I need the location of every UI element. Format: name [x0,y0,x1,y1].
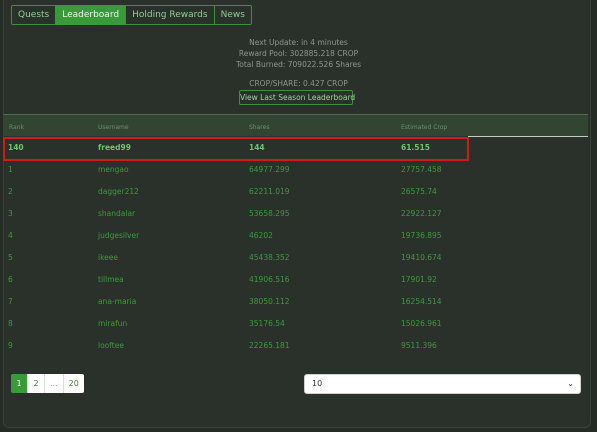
rank-cell: 3 [8,209,13,218]
rank-cell: 2 [8,187,13,196]
rank-cell: 9 [8,341,13,350]
table-row: 3 shandalar 53658.295 22922.127 [3,203,588,225]
total-burned-text: Total Burned: 709022.526 Shares [235,60,362,69]
crop-cell: 26575.74 [401,187,437,196]
shares-cell: 35176.54 [249,319,285,328]
username-cell: tillmea [98,275,124,284]
shares-cell: 144 [249,143,265,152]
shares-cell: 53658.295 [249,209,290,218]
shares-cell: 64977.299 [249,165,290,174]
rank-cell: 6 [8,275,13,284]
table-row: 8 mirafun 35176.54 15026.961 [3,313,588,335]
tab-bar: Quests Leaderboard Holding Rewards News [11,5,252,25]
page-1-button[interactable]: 1 [11,374,28,393]
crop-per-share-block: CROP/SHARE: 0.427 CROP [0,78,597,89]
crop-cell: 27757.458 [401,165,442,174]
table-row: 1 mengao 64977.299 27757.458 [3,159,588,181]
pagination: 1 2 ... 20 [11,374,84,393]
page-size-value: 10 [312,379,323,388]
crop-cell: 22922.127 [401,209,442,218]
crop-cell: 15026.961 [401,319,442,328]
table-row: 2 dagger212 62211.019 26575.74 [3,181,588,203]
table-row: 6 tillmea 41906.516 17901.92 [3,269,588,291]
crop-cell: 16254.514 [401,297,442,306]
username-cell: ana-maria [98,297,137,306]
table-header: Rank Username Shares Estimated Crop [3,114,588,136]
current-user-row: 140 freed99 144 61.515 [3,137,588,159]
tab-quests[interactable]: Quests [11,5,57,25]
rank-cell: 7 [8,297,13,306]
header-username: Username [98,124,129,131]
username-cell: dagger212 [98,187,139,196]
username-cell: ikeee [98,253,119,262]
username-cell: judgesilver [98,231,140,240]
table-row: 5 ikeee 45438.352 19410.674 [3,247,588,269]
chevron-down-icon: ⌄ [567,379,574,388]
page-ellipsis: ... [45,374,64,393]
crop-cell: 17901.92 [401,275,437,284]
tab-news[interactable]: News [213,5,252,25]
header-shares: Shares [249,124,270,131]
shares-cell: 45438.352 [249,253,290,262]
table-row: 7 ana-maria 38050.112 16254.514 [3,291,588,313]
rank-cell: 140 [8,143,24,152]
header-rank: Rank [9,124,24,131]
shares-cell: 62211.019 [249,187,290,196]
rank-cell: 1 [8,165,13,174]
page-2-button[interactable]: 2 [28,374,45,393]
rank-cell: 5 [8,253,13,262]
shares-cell: 46202 [249,231,273,240]
page-size-select[interactable]: 10 ⌄ [304,374,581,394]
shares-cell: 22265.181 [249,341,290,350]
username-cell: freed99 [98,143,131,152]
tab-leaderboard[interactable]: Leaderboard [55,5,127,25]
rank-cell: 8 [8,319,13,328]
crop-cell: 61.515 [401,143,430,152]
table-row: 9 looftee 22265.181 9511.396 [3,335,588,357]
view-last-season-button[interactable]: View Last Season Leaderboard [239,90,355,105]
reward-pool-text: Reward Pool: 302885.218 CROP [238,49,359,58]
username-cell: shandalar [98,209,136,218]
page-20-button[interactable]: 20 [63,374,84,393]
crop-cell: 19736.895 [401,231,442,240]
header-estimated-crop: Estimated Crop [401,124,448,131]
next-update-text: Next Update: in 4 minutes [249,38,348,47]
shares-cell: 38050.112 [249,297,290,306]
crop-cell: 19410.674 [401,253,442,262]
username-cell: mirafun [98,319,128,328]
shares-cell: 41906.516 [249,275,290,284]
username-cell: looftee [98,341,124,350]
tab-holding-rewards[interactable]: Holding Rewards [125,5,215,25]
season-info: Next Update: in 4 minutes Reward Pool: 3… [0,37,597,70]
table-row: 4 judgesilver 46202 19736.895 [3,225,588,247]
username-cell: mengao [98,165,129,174]
crop-cell: 9511.396 [401,341,437,350]
rank-cell: 4 [8,231,13,240]
crop-per-share-text: CROP/SHARE: 0.427 CROP [249,79,348,88]
